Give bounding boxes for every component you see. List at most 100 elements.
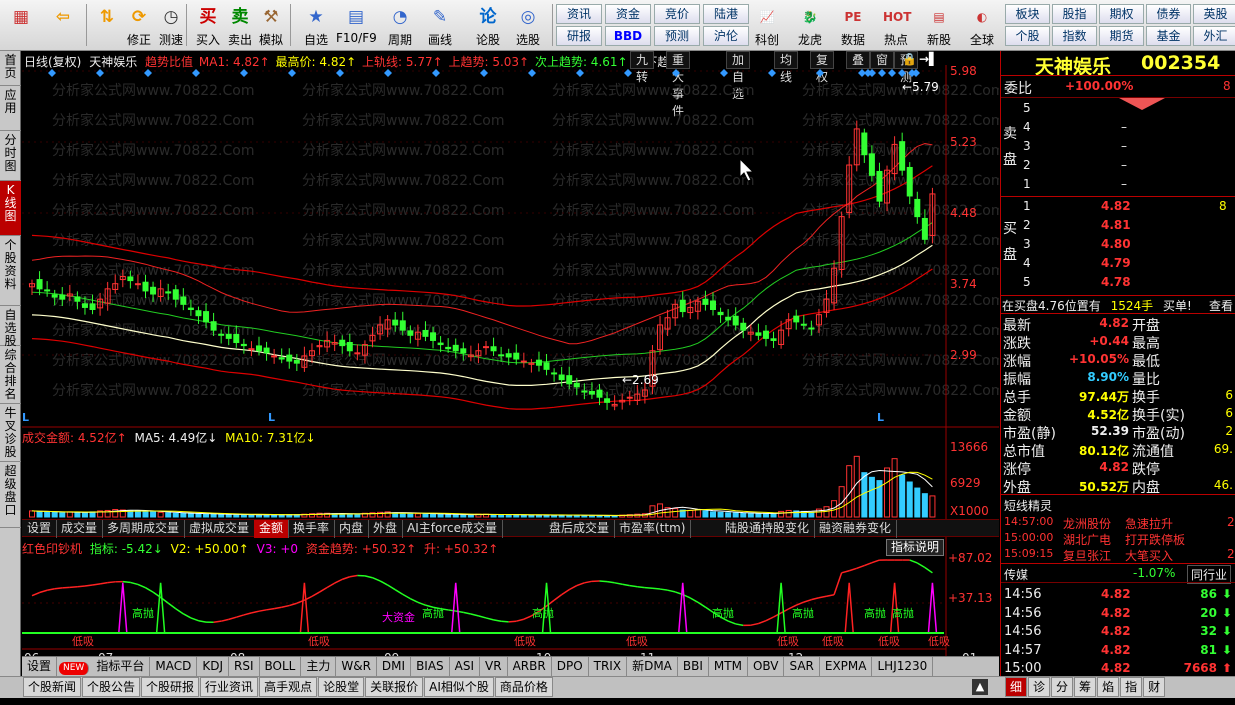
event-marker-icon[interactable] xyxy=(576,69,584,77)
panel-tab-0[interactable]: 设置 xyxy=(22,520,58,538)
spirit-stock[interactable]: 复旦张江 xyxy=(1063,547,1111,564)
position-view-button[interactable]: 查看 xyxy=(1209,297,1233,314)
indicator-help-button[interactable]: 指标说明 xyxy=(886,539,945,556)
indicator-tab-主力[interactable]: 主力 xyxy=(301,657,337,676)
panel-tab-8[interactable]: AI主force成交量 xyxy=(402,520,503,538)
toolbar-right-button-3[interactable]: HOT 热点 xyxy=(876,2,916,49)
candle-body[interactable] xyxy=(134,283,141,286)
candle-body[interactable] xyxy=(679,299,686,313)
candle-body[interactable] xyxy=(861,132,868,156)
candle-body[interactable] xyxy=(710,300,716,310)
indicator-tab-LHJ1230[interactable]: LHJ1230 xyxy=(872,657,934,676)
candle-body[interactable] xyxy=(81,303,88,308)
quote-bottom-tab-分[interactable]: 分 xyxy=(1051,677,1074,697)
candle-body[interactable] xyxy=(588,390,595,395)
candle-body[interactable] xyxy=(740,322,747,331)
candle-body[interactable] xyxy=(74,296,81,302)
candle-body[interactable] xyxy=(203,311,210,323)
news-tab-6[interactable]: 关联报价 xyxy=(365,677,424,697)
indicator-tab-EXPMA[interactable]: EXPMA xyxy=(820,657,873,676)
event-marker-icon[interactable] xyxy=(720,69,728,77)
candle-body[interactable] xyxy=(142,281,149,292)
left-tab-首页[interactable]: 首页 xyxy=(0,51,21,86)
toolbar-button-11[interactable]: ✎ 画线 xyxy=(420,2,460,49)
candle-body[interactable] xyxy=(921,217,928,240)
candle-body[interactable] xyxy=(271,355,278,358)
market-button-期权[interactable]: 期权 xyxy=(1099,4,1144,24)
quote-bottom-tab-细[interactable]: 细 xyxy=(1005,677,1028,697)
candle-body[interactable] xyxy=(399,320,406,331)
candle-body[interactable] xyxy=(286,354,293,362)
candle-body[interactable] xyxy=(248,348,255,351)
left-tab-超级盘口[interactable]: 超级盘口 xyxy=(0,462,21,528)
candle-body[interactable] xyxy=(165,291,172,294)
toolbar-button-8[interactable]: ★ 自选 xyxy=(296,2,336,49)
candle-body[interactable] xyxy=(225,333,232,339)
candle-body[interactable] xyxy=(558,374,565,381)
quote-bottom-tab-财[interactable]: 财 xyxy=(1143,677,1166,697)
candle-body[interactable] xyxy=(59,294,66,300)
toolbar-button-12[interactable]: 论论股 xyxy=(468,2,508,49)
candle-body[interactable] xyxy=(573,382,580,388)
indicator-tab-TRIX[interactable]: TRIX xyxy=(589,657,628,676)
candle-body[interactable] xyxy=(535,359,542,366)
left-tab-自选股[interactable]: 自选股 xyxy=(0,306,21,348)
toolbar-right-button-0[interactable]: 📈 科创 xyxy=(747,2,787,49)
event-marker-icon[interactable] xyxy=(384,69,392,77)
event-marker-icon[interactable] xyxy=(96,69,104,77)
candle-body[interactable] xyxy=(490,346,497,352)
left-tab-综合排名[interactable]: 综合排名 xyxy=(0,346,21,404)
candle-body[interactable] xyxy=(460,348,467,354)
candle-body[interactable] xyxy=(187,307,194,310)
market-button-指数[interactable]: 指数 xyxy=(1052,26,1097,46)
event-marker-icon[interactable] xyxy=(878,69,886,77)
news-tab-3[interactable]: 行业资讯 xyxy=(200,677,259,697)
candle-body[interactable] xyxy=(89,303,96,310)
candle-body[interactable] xyxy=(725,316,732,321)
panel-tab-6[interactable]: 内盘 xyxy=(334,520,370,538)
toolbar-button-0[interactable]: ▦ xyxy=(6,2,36,49)
event-marker-icon[interactable] xyxy=(336,69,344,77)
event-marker-icon[interactable] xyxy=(888,69,896,77)
candle-body[interactable] xyxy=(513,352,520,360)
indicator-tab-MTM[interactable]: MTM xyxy=(709,657,748,676)
kline-svg[interactable]: 分析家公式网www.70822.Com 分析家公式网www.70822.Com 分析… xyxy=(22,51,999,676)
candle-body[interactable] xyxy=(520,360,527,363)
indicator-tab-BIAS[interactable]: BIAS xyxy=(411,657,450,676)
candle-body[interactable] xyxy=(445,346,452,350)
candle-body[interactable] xyxy=(195,310,202,317)
event-marker-icon[interactable] xyxy=(624,69,632,77)
up-arrow-icon[interactable]: ▲ xyxy=(972,679,988,695)
indicator-tab-指标平台[interactable]: 指标平台 xyxy=(91,657,151,676)
panel-tab-3[interactable]: 虚拟成交量 xyxy=(184,520,256,538)
quick-button-研报[interactable]: 研报 xyxy=(556,26,602,46)
indicator-tab-KDJ[interactable]: KDJ xyxy=(197,657,229,676)
indicator-tab-VR[interactable]: VR xyxy=(480,657,508,676)
market-button-板块[interactable]: 板块 xyxy=(1005,4,1050,24)
toolbar-button-3[interactable]: ⟳ 修正 xyxy=(124,2,154,49)
quick-button-BBD[interactable]: BBD xyxy=(605,26,651,46)
event-marker-icon[interactable] xyxy=(908,69,916,77)
news-tab-2[interactable]: 个股研报 xyxy=(141,677,200,697)
candle-body[interactable] xyxy=(346,341,353,352)
candle-body[interactable] xyxy=(914,198,921,218)
candle-body[interactable] xyxy=(263,347,270,354)
indicator-tab-ASI[interactable]: ASI xyxy=(450,657,481,676)
indicator-tab-DMI[interactable]: DMI xyxy=(377,657,412,676)
toolbar-right-button-5[interactable]: ◐ 全球 xyxy=(962,2,1002,49)
indicator-tab-W&R[interactable]: W&R xyxy=(336,657,377,676)
candle-body[interactable] xyxy=(899,141,906,171)
candle-body[interactable] xyxy=(604,398,611,403)
panel-tab-1[interactable]: 成交量 xyxy=(56,520,104,538)
event-marker-icon[interactable] xyxy=(528,69,536,77)
event-marker-icon[interactable] xyxy=(288,69,296,77)
candle-body[interactable] xyxy=(150,286,157,295)
left-tab-牛叉诊股[interactable]: 牛叉诊股 xyxy=(0,404,21,462)
candle-body[interactable] xyxy=(51,294,58,298)
toolbar-right-button-2[interactable]: PE 数据 xyxy=(833,2,873,49)
event-marker-icon[interactable] xyxy=(432,69,440,77)
candle-body[interactable] xyxy=(566,375,573,385)
indicator-tab-RSI[interactable]: RSI xyxy=(229,657,260,676)
panel-tab-12[interactable]: 融资融券变化 xyxy=(814,520,898,538)
quick-button-预测[interactable]: 预测 xyxy=(654,26,700,46)
